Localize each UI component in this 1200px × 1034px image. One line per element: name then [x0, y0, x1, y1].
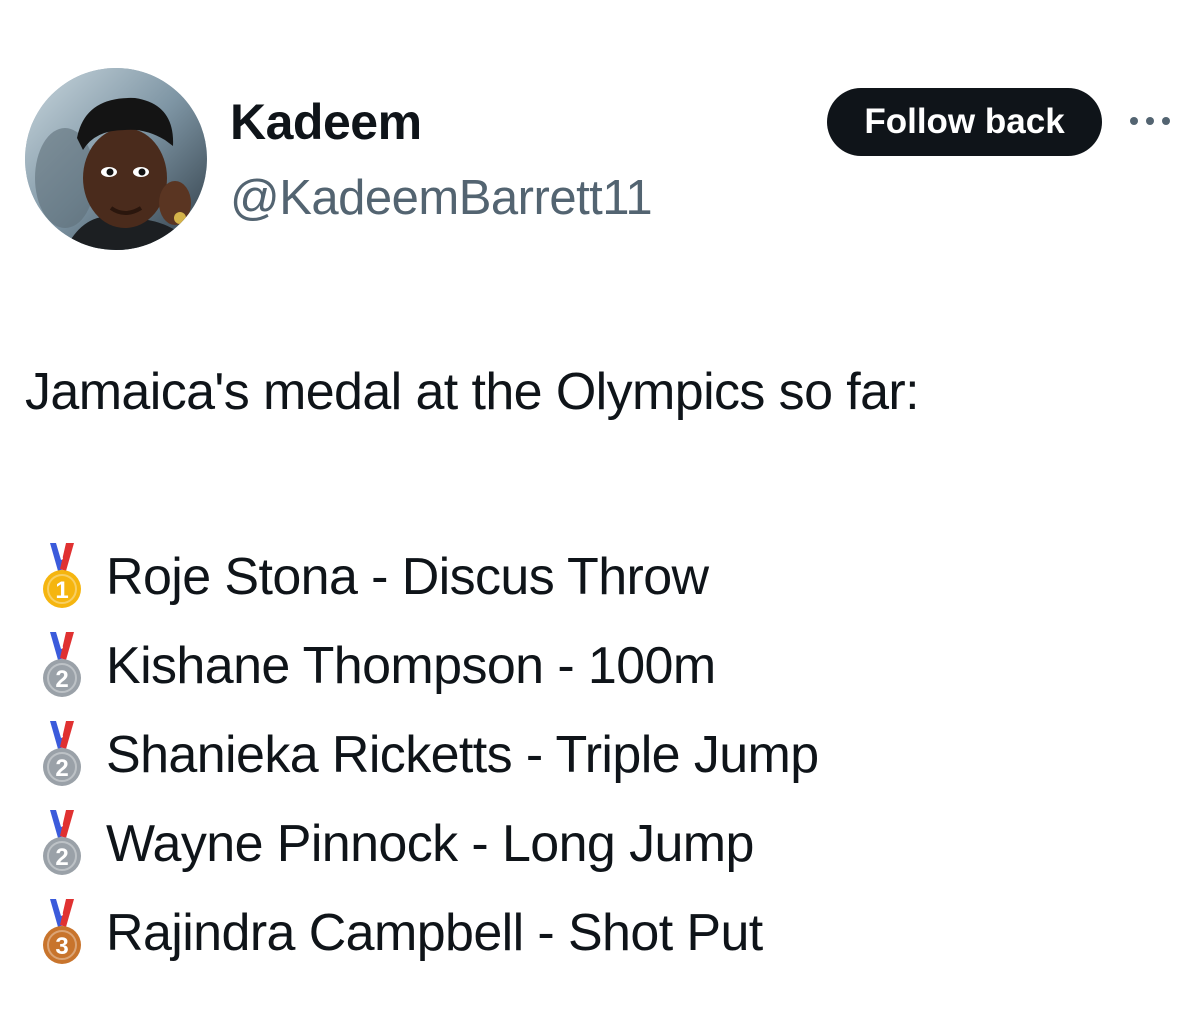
medal-rank-number: 2	[55, 844, 68, 871]
avatar[interactable]	[25, 68, 207, 250]
gold-medal-icon: 1	[43, 542, 81, 608]
silver-medal-icon: 2	[43, 809, 81, 875]
medal-entry-text: Rajindra Campbell - Shot Put	[106, 903, 763, 962]
medal-rank-number: 1	[55, 577, 68, 604]
medal-list-item: 2 Kishane Thompson - 100m	[36, 621, 819, 710]
medal-entry-text: Wayne Pinnock - Long Jump	[106, 814, 754, 873]
silver-medal-icon: 2	[43, 631, 81, 697]
tweet-intro-text: Jamaica's medal at the Olympics so far:	[25, 363, 920, 421]
medal-entry-text: Kishane Thompson - 100m	[106, 636, 716, 695]
medal-entry-text: Roje Stona - Discus Throw	[106, 547, 709, 606]
medal-list-item: 1 Roje Stona - Discus Throw	[36, 532, 819, 621]
medal-rank-number: 2	[55, 755, 68, 782]
medal-list: 1 Roje Stona - Discus Throw 2 Kishane Thomp…	[36, 532, 819, 977]
medal-entry-text: Shanieka Ricketts - Triple Jump	[106, 725, 819, 784]
medal-list-item: 2 Shanieka Ricketts - Triple Jump	[36, 710, 819, 799]
user-handle[interactable]: @KadeemBarrett11	[230, 168, 653, 228]
display-name[interactable]: Kadeem	[230, 92, 422, 152]
silver-medal-icon: 2	[43, 720, 81, 786]
more-dots-icon[interactable]	[1128, 114, 1172, 128]
medal-rank-number: 3	[55, 933, 68, 960]
bronze-medal-icon: 3	[43, 898, 81, 964]
avatar-image	[25, 68, 207, 250]
follow-back-button[interactable]: Follow back	[827, 88, 1102, 156]
medal-list-item: 2 Wayne Pinnock - Long Jump	[36, 799, 819, 888]
medal-list-item: 3 Rajindra Campbell - Shot Put	[36, 888, 819, 977]
medal-rank-number: 2	[55, 666, 68, 693]
